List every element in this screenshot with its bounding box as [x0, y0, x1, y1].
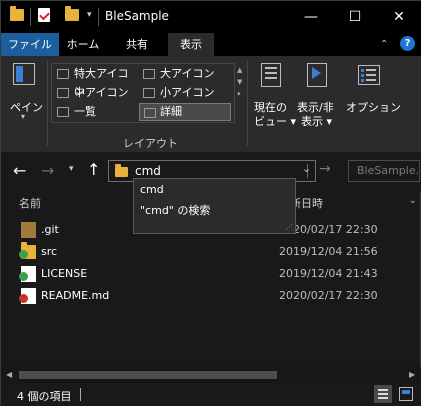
help-icon[interactable]: ? — [400, 36, 415, 51]
file-modified-icon — [19, 288, 36, 304]
tab-home[interactable]: ホーム — [61, 33, 105, 56]
autocomplete-item[interactable]: cmd — [140, 183, 164, 196]
file-date: 2020/02/17 22:30 — [279, 289, 378, 302]
autocomplete-dropdown: cmd "cmd" の検索 ⋰ — [133, 178, 296, 234]
show-hide-icon — [307, 63, 327, 87]
forward-arrow-icon[interactable]: → — [41, 161, 54, 180]
file-name: LICENSE — [41, 267, 88, 280]
resize-grip-icon[interactable]: ⋰ — [286, 223, 293, 231]
file-name: .git — [41, 223, 59, 236]
address-input[interactable]: cmd — [135, 164, 161, 178]
view-icon — [57, 69, 69, 79]
details-view-toggle[interactable] — [374, 385, 392, 403]
large-icons-view-toggle[interactable] — [399, 387, 413, 401]
gallery-scroll-icon[interactable]: ▲ ▼ ▾ — [237, 64, 242, 100]
go-arrow-icon[interactable]: → — [319, 161, 331, 177]
scroll-left-icon[interactable]: ◀ — [6, 370, 12, 379]
chevron-up-icon[interactable]: ⌃ — [380, 39, 388, 50]
folder-icon — [115, 164, 128, 177]
current-view-icon — [261, 63, 281, 87]
layout-group-label: レイアウト — [123, 137, 178, 150]
up-arrow-icon[interactable]: ↑ — [87, 160, 100, 179]
title-bar: ▾ BleSample — ☐ ✕ — [1, 1, 421, 33]
layout-option-medium-icons[interactable]: 中アイコン — [53, 84, 137, 102]
options-button[interactable]: オプション — [344, 59, 401, 129]
options-label: オプション — [346, 101, 401, 114]
minimize-button[interactable]: — — [289, 1, 333, 33]
column-header-name[interactable]: 名前 — [19, 194, 41, 214]
folder-sync-icon — [19, 242, 36, 259]
view-icon — [143, 88, 155, 98]
file-sync-icon — [19, 266, 36, 282]
view-icon — [144, 108, 156, 118]
scroll-right-icon[interactable]: ▶ — [409, 370, 415, 379]
chevron-down-icon[interactable]: ⌄ — [409, 196, 417, 206]
ribbon: ペイン ▾ 特大アイコン 大アイコン 中アイコン 小アイコン 一覧 詳細 ▲ ▼… — [1, 56, 421, 152]
options-icon — [358, 65, 380, 85]
folder-icon — [21, 222, 36, 238]
search-input[interactable]: BleSample... — [348, 160, 420, 182]
ribbon-tabs: ファイル ホーム 共有 表示 ⌃ ? — [1, 33, 421, 56]
file-name: src — [41, 245, 58, 258]
tab-file[interactable]: ファイル — [1, 33, 59, 56]
divider — [98, 8, 99, 26]
layout-option-extra-large-icons[interactable]: 特大アイコン — [53, 65, 137, 98]
current-view-label: ビュー ▾ — [254, 115, 297, 128]
customize-toolbar-icon[interactable]: ▾ — [87, 10, 92, 20]
divider — [47, 60, 48, 146]
current-view-button[interactable]: 現在の ビュー ▾ — [251, 59, 297, 129]
layout-option-list[interactable]: 一覧 — [53, 103, 137, 121]
pane-button[interactable]: ペイン ▾ — [7, 59, 45, 123]
scrollbar-thumb[interactable] — [19, 371, 277, 379]
show-hide-label: 表示 ▾ — [301, 115, 333, 128]
window-title: BleSample — [105, 9, 169, 23]
file-row[interactable]: LICENSE 2019/12/04 21:43 — [13, 264, 413, 286]
explorer-window: ▾ BleSample — ☐ ✕ ファイル ホーム 共有 表示 ⌃ ? ペイン… — [0, 0, 421, 406]
pane-icon — [13, 63, 35, 85]
pane-label: ペイン — [10, 101, 43, 114]
tab-share[interactable]: 共有 — [115, 33, 159, 56]
view-icon — [57, 107, 69, 117]
layout-option-small-icons[interactable]: 小アイコン — [139, 84, 231, 102]
folder-icon — [10, 6, 24, 21]
autocomplete-item[interactable]: "cmd" の検索 — [140, 202, 210, 218]
divider — [80, 388, 81, 401]
new-folder-icon[interactable] — [65, 6, 79, 21]
file-date: 2019/12/04 21:43 — [279, 267, 378, 280]
status-bar: 4 個の項目 — [1, 383, 421, 406]
view-icon — [57, 88, 69, 98]
layout-option-details[interactable]: 詳細 — [139, 103, 231, 121]
file-date: 2019/12/04 21:56 — [279, 245, 378, 258]
back-arrow-icon[interactable]: ← — [13, 161, 26, 180]
layout-option-large-icons[interactable]: 大アイコン — [139, 65, 231, 83]
divider — [30, 8, 31, 26]
close-button[interactable]: ✕ — [377, 1, 421, 33]
item-count: 4 個の項目 — [17, 390, 72, 403]
file-name: README.md — [41, 289, 110, 302]
chevron-down-icon: ▾ — [21, 112, 26, 121]
file-row[interactable]: README.md 2020/02/17 22:30 — [13, 286, 413, 308]
show-hide-button[interactable]: 表示/非 表示 ▾ — [296, 59, 340, 129]
file-row[interactable]: src 2019/12/04 21:56 — [13, 242, 413, 264]
recent-locations-icon[interactable]: ▾ — [69, 164, 74, 174]
divider — [247, 60, 248, 146]
address-dropdown-icon[interactable]: ⌄ — [302, 162, 311, 175]
tab-view[interactable]: 表示 — [168, 33, 214, 56]
view-icon — [143, 69, 155, 79]
maximize-button[interactable]: ☐ — [333, 1, 377, 33]
properties-icon[interactable] — [38, 8, 50, 22]
